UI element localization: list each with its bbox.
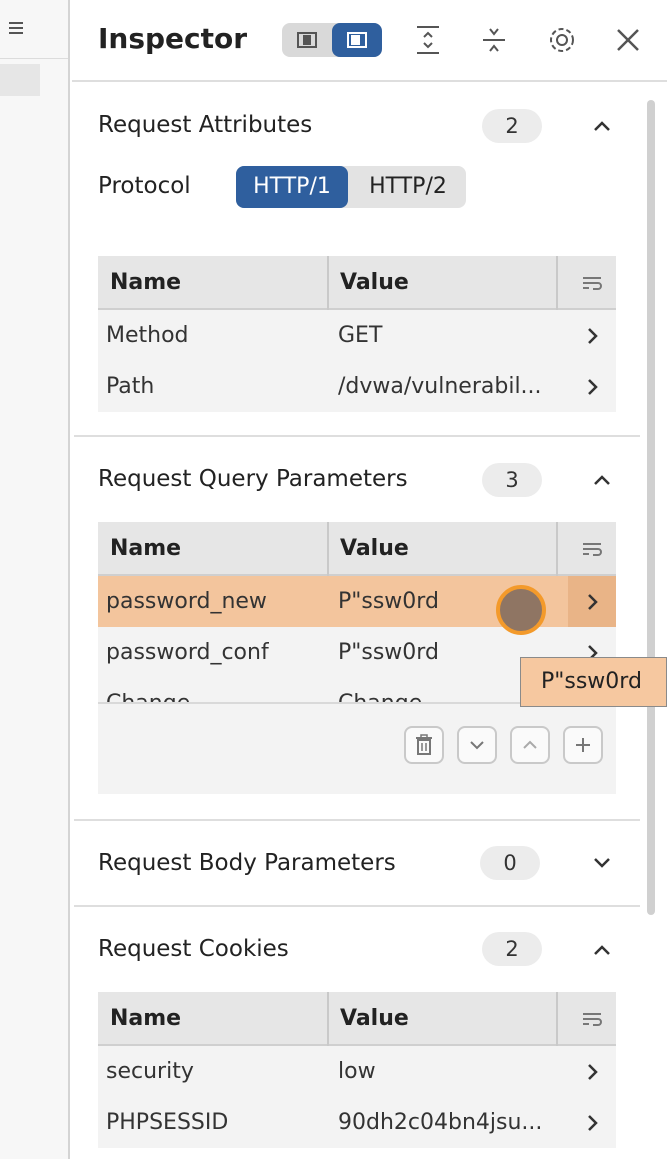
- menu-icon[interactable]: [8, 18, 30, 40]
- layout-left-button[interactable]: [282, 23, 332, 57]
- row-name: security: [106, 1059, 194, 1084]
- chevron-up-icon[interactable]: [587, 111, 617, 141]
- layout-right-button[interactable]: [332, 23, 382, 57]
- table-row[interactable]: Path /dvwa/vulnerabil...: [98, 361, 616, 412]
- inspector-title: Inspector: [98, 22, 248, 55]
- chevron-right-icon[interactable]: [568, 1097, 616, 1148]
- chevron-up-icon[interactable]: [587, 935, 617, 965]
- cursor-indicator: [496, 585, 546, 635]
- cookies-count: 2: [482, 932, 542, 966]
- left-panel-selected-item[interactable]: [0, 64, 40, 96]
- plus-icon: [576, 738, 590, 752]
- trash-icon: [416, 734, 432, 755]
- column-separator[interactable]: [556, 992, 558, 1046]
- chevron-up-icon: [523, 740, 537, 749]
- row-value: low: [338, 1059, 376, 1084]
- left-panel-divider: [0, 58, 68, 59]
- inspector-header: Inspector: [72, 0, 667, 82]
- wrap-lines-icon[interactable]: [568, 522, 616, 576]
- gear-icon[interactable]: [544, 22, 580, 58]
- query-parameters-title: Request Query Parameters: [98, 466, 408, 492]
- chevron-right-icon[interactable]: [568, 310, 616, 361]
- body-parameters-title: Request Body Parameters: [98, 850, 396, 876]
- chevron-up-icon[interactable]: [587, 465, 617, 495]
- column-header-name[interactable]: Name: [110, 256, 181, 310]
- column-separator[interactable]: [556, 522, 558, 576]
- row-name: Path: [106, 374, 155, 399]
- table-header: Name Value: [98, 522, 616, 576]
- section-divider: [74, 435, 640, 437]
- row-name: password_new: [106, 589, 267, 614]
- row-name: password_conf: [106, 640, 269, 665]
- chevron-down-icon[interactable]: [587, 848, 617, 878]
- request-attributes-title: Request Attributes: [98, 112, 313, 138]
- close-icon[interactable]: [610, 22, 646, 58]
- cookies-title: Request Cookies: [98, 936, 289, 962]
- chevron-right-icon[interactable]: [568, 361, 616, 412]
- section-divider: [74, 819, 640, 821]
- chevron-down-icon: [470, 741, 484, 750]
- value-tooltip: P"ssw0rd: [520, 657, 667, 707]
- scrollbar[interactable]: [647, 100, 655, 915]
- column-separator[interactable]: [327, 992, 329, 1046]
- request-attributes-count: 2: [482, 109, 542, 143]
- protocol-http2-option[interactable]: HTTP/2: [352, 166, 464, 208]
- column-header-value[interactable]: Value: [340, 256, 409, 310]
- add-button[interactable]: [563, 726, 603, 764]
- column-separator[interactable]: [556, 256, 558, 310]
- delete-button[interactable]: [404, 726, 444, 764]
- move-down-button[interactable]: [457, 726, 497, 764]
- inspector-panel: Inspector Request Attributes 2 Protocol …: [72, 0, 667, 1159]
- table-header: Name Value: [98, 992, 616, 1046]
- layout-toggle[interactable]: [282, 23, 382, 57]
- column-header-value[interactable]: Value: [340, 992, 409, 1046]
- column-header-name[interactable]: Name: [110, 522, 181, 576]
- expand-icon[interactable]: [410, 22, 446, 58]
- column-separator[interactable]: [327, 522, 329, 576]
- chevron-right-icon[interactable]: [568, 576, 616, 627]
- row-name: PHPSESSID: [106, 1110, 229, 1135]
- wrap-lines-icon[interactable]: [568, 992, 616, 1046]
- left-panel: [0, 0, 70, 1159]
- layout-left-icon: [297, 32, 317, 48]
- wrap-lines-icon[interactable]: [568, 256, 616, 310]
- query-parameters-actions: [98, 702, 616, 794]
- collapse-icon[interactable]: [476, 22, 512, 58]
- table-row[interactable]: Method GET: [98, 310, 616, 361]
- request-attributes-table: Name Value Method GET Path /dvwa/vulnera…: [98, 256, 616, 412]
- row-name: Method: [106, 323, 189, 348]
- table-header: Name Value: [98, 256, 616, 310]
- protocol-label: Protocol: [98, 173, 191, 199]
- layout-right-icon: [347, 32, 367, 48]
- protocol-toggle[interactable]: HTTP/1 HTTP/2: [236, 166, 466, 208]
- column-header-value[interactable]: Value: [340, 522, 409, 576]
- section-divider: [74, 905, 640, 907]
- cookies-table: Name Value security low PHPSESSID 90dh2c…: [98, 992, 616, 1148]
- row-value: /dvwa/vulnerabil...: [338, 374, 542, 399]
- body-parameters-count: 0: [480, 846, 540, 880]
- row-value: GET: [338, 323, 383, 348]
- table-row[interactable]: PHPSESSID 90dh2c04bn4jsu...: [98, 1097, 616, 1148]
- table-row[interactable]: security low: [98, 1046, 616, 1097]
- protocol-http1-option[interactable]: HTTP/1: [236, 166, 348, 208]
- column-header-name[interactable]: Name: [110, 992, 181, 1046]
- chevron-right-icon[interactable]: [568, 1046, 616, 1097]
- column-separator[interactable]: [327, 256, 329, 310]
- query-parameters-count: 3: [482, 463, 542, 497]
- move-up-button[interactable]: [510, 726, 550, 764]
- row-value: 90dh2c04bn4jsu...: [338, 1110, 543, 1135]
